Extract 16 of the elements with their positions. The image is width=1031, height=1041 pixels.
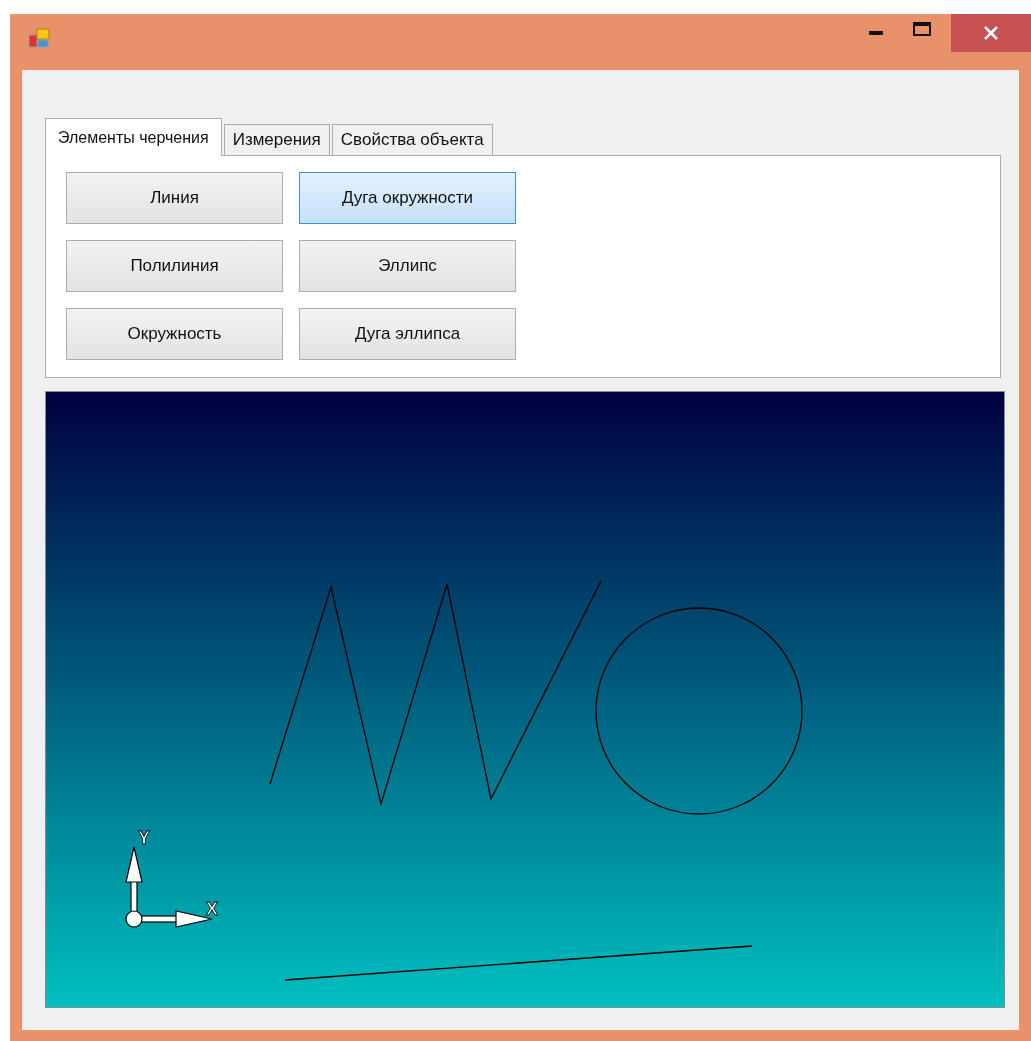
axis-label: Y	[138, 828, 150, 848]
tool-button[interactable]: Дуга эллипса	[299, 308, 516, 360]
app-icon	[28, 28, 52, 50]
tab[interactable]: Измерения	[223, 124, 330, 156]
tab[interactable]: Элементы черчения	[45, 118, 222, 156]
tool-button[interactable]: Полилиния	[66, 240, 283, 292]
tool-button[interactable]: Линия	[66, 172, 283, 224]
tool-button[interactable]: Окружность	[66, 308, 283, 360]
close-button[interactable]	[951, 14, 1031, 52]
maximize-icon	[913, 22, 931, 36]
tool-button[interactable]: Эллипс	[299, 240, 516, 292]
tab[interactable]: Свойства объекта	[331, 124, 493, 156]
axis-label: X	[206, 899, 218, 919]
close-icon	[984, 26, 998, 40]
minimize-icon	[869, 31, 883, 35]
tool-button[interactable]: Дуга окружности	[299, 172, 516, 224]
